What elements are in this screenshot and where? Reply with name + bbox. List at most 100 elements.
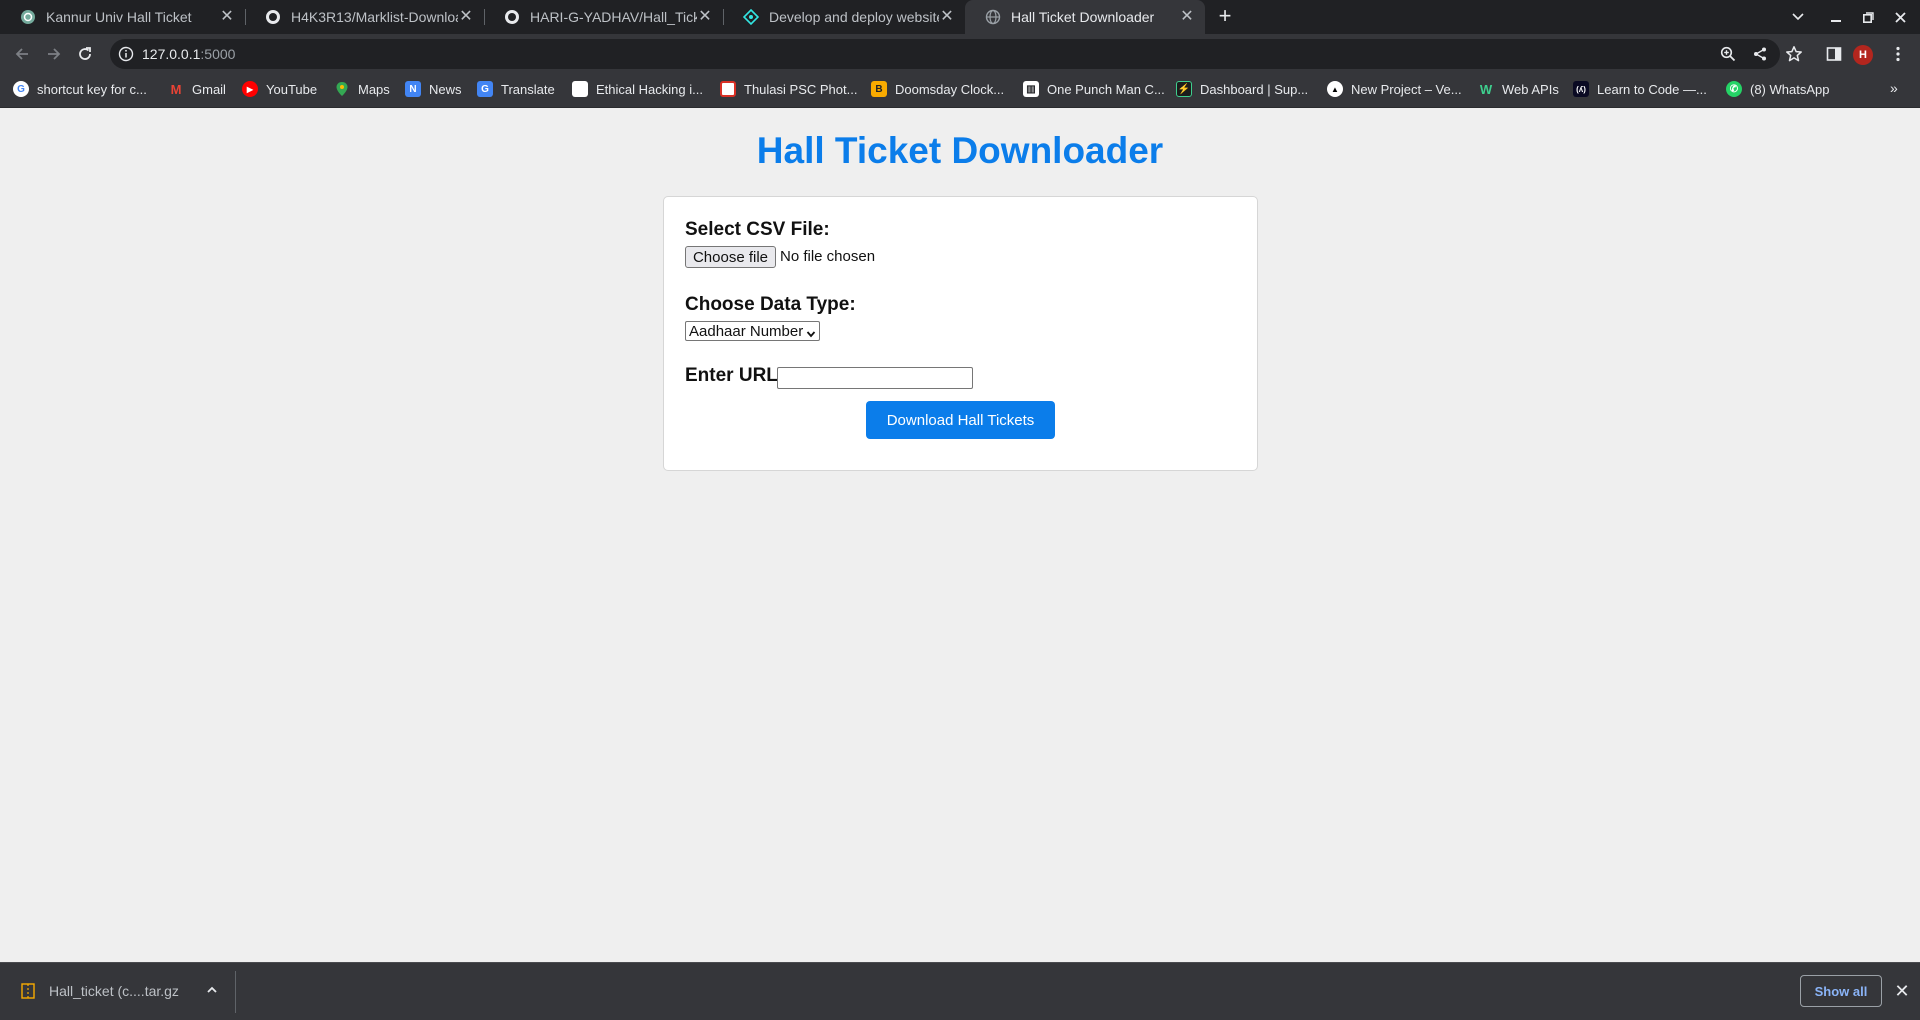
url-input[interactable] [777,367,973,389]
thulasi-icon [720,81,736,97]
news-icon: N [405,81,421,97]
whatsapp-icon: ✆ [1726,81,1742,97]
archive-file-icon [21,983,35,999]
bookmark-maps[interactable]: Maps [334,74,390,104]
openai-icon [20,9,36,25]
page-viewport: Hall Ticket Downloader Select CSV File: … [0,108,1920,962]
netlify-icon [743,9,759,25]
bookmark-star-icon[interactable] [1782,42,1806,66]
data-type-label: Choose Data Type: [685,294,856,315]
bookmark-doomsday[interactable]: B Doomsday Clock... [871,74,1004,104]
bookmark-whatsapp[interactable]: ✆ (8) WhatsApp [1726,74,1829,104]
more-menu-icon[interactable] [1886,42,1910,66]
tab-title: Hall Ticket Downloader [1011,9,1155,25]
bookmark-supabase[interactable]: ⚡ Dashboard | Sup... [1176,74,1308,104]
bookmark-freecodecamp[interactable]: (ʎ) Learn to Code —... [1573,74,1707,104]
youtube-icon: ▶ [242,81,258,97]
page-title: Hall Ticket Downloader [756,130,1164,171]
bookmark-label: (8) WhatsApp [1750,81,1830,97]
restore-icon[interactable] [1852,0,1884,34]
tab-netlify[interactable]: Develop and deploy websites ✕ [723,0,965,34]
close-icon[interactable]: ✕ [697,9,713,25]
csv-file-label: Select CSV File: [685,219,830,240]
share-icon[interactable] [1750,44,1770,64]
file-status-text: No file chosen [780,248,876,265]
data-type-select[interactable]: Aadhaar Number [685,321,820,341]
choose-file-button[interactable]: Choose file [685,246,776,268]
supabase-icon: ⚡ [1176,81,1192,97]
bookmark-label: Maps [358,81,390,97]
bookmark-label: Translate [501,81,555,97]
bookmark-shortcut[interactable]: G shortcut key for c... [13,74,147,104]
tab-marklist[interactable]: H4K3R13/Marklist-Downloader ✕ [245,0,484,34]
site-info-icon[interactable] [118,46,134,62]
tab-search-icon[interactable] [1782,0,1814,34]
close-icon[interactable]: ✕ [939,9,955,25]
bookmark-label: Doomsday Clock... [895,81,1005,97]
freecodecamp-icon: (ʎ) [1573,81,1589,97]
github-icon [504,9,520,25]
bookmark-vercel[interactable]: ▲ New Project – Ve... [1327,74,1462,104]
bookmarks-bar: G shortcut key for c... M Gmail ▶ YouTub… [0,74,1920,108]
reload-icon[interactable] [71,40,99,68]
bookmark-label: Web APIs [1502,81,1559,97]
mdn-icon: W [1479,81,1493,97]
download-item-name[interactable]: Hall_ticket (c....tar.gz [49,983,179,999]
bookmark-youtube[interactable]: ▶ YouTube [242,74,317,104]
close-window-icon[interactable] [1884,0,1916,34]
maps-icon [334,81,350,97]
bookmark-label: New Project – Ve... [1351,81,1462,97]
vercel-icon: ▲ [1327,81,1343,97]
bookmarks-overflow-icon[interactable]: » [1890,80,1898,96]
doomsday-icon: B [871,81,887,97]
forward-arrow-icon[interactable] [40,40,68,68]
show-all-button[interactable]: Show all [1800,975,1882,1007]
address-bar[interactable]: 127.0.0.1:5000 [110,39,1780,69]
page-icon [572,81,588,97]
bookmark-ethical-hacking[interactable]: Ethical Hacking i... [572,74,703,104]
close-icon[interactable]: ✕ [1893,982,1911,1000]
gmail-icon: M [170,81,182,97]
globe-icon [985,9,1001,25]
download-hall-tickets-button[interactable]: Download Hall Tickets [866,401,1055,439]
bookmark-label: Dashboard | Sup... [1200,81,1309,97]
tab-title: Kannur Univ Hall Ticket [46,9,192,25]
bookmark-label: shortcut key for c... [37,81,147,97]
github-icon [265,9,281,25]
bookmark-label: Learn to Code —... [1597,81,1707,97]
close-icon[interactable]: ✕ [1179,9,1195,25]
tab-kannur[interactable]: Kannur Univ Hall Ticket ✕ [0,0,245,34]
bookmark-news[interactable]: N News [405,74,462,104]
bookmark-label: Ethical Hacking i... [596,81,703,97]
chevron-up-icon[interactable] [204,982,220,998]
tab-title: Develop and deploy websites [769,9,939,25]
download-shelf: Hall_ticket (c....tar.gz Show all ✕ [0,962,1920,1020]
data-type-selected-value: Aadhaar Number [689,322,804,340]
bookmark-label: News [429,81,462,97]
tab-title: H4K3R13/Marklist-Downloader [291,9,458,25]
upload-form: Select CSV File: Choose file No file cho… [663,196,1258,471]
bookmark-gmail[interactable]: M Gmail [168,74,226,104]
url-text: 127.0.0.1:5000 [142,46,236,62]
bookmark-label: One Punch Man C... [1047,81,1165,97]
bookmark-one-punch-man[interactable]: ▥ One Punch Man C... [1023,74,1165,104]
close-icon[interactable]: ✕ [458,9,474,25]
zoom-icon[interactable] [1718,44,1738,64]
bookmark-web-apis[interactable]: W Web APIs [1478,74,1559,104]
tab-hall-ticket-repo[interactable]: HARI-G-YADHAV/Hall_Ticket ✕ [484,0,723,34]
chevron-down-icon [806,326,816,343]
bookmark-thulasi[interactable]: Thulasi PSC Phot... [720,74,857,104]
url-label: Enter URL [685,365,778,386]
browser-toolbar: 127.0.0.1:5000 H [0,34,1920,74]
close-icon[interactable]: ✕ [219,9,235,25]
bookmark-label: Thulasi PSC Phot... [744,81,858,97]
minimize-icon[interactable] [1820,0,1852,34]
new-tab-button[interactable]: + [1212,5,1238,29]
tab-title: HARI-G-YADHAV/Hall_Ticket [530,9,697,25]
profile-avatar[interactable]: H [1853,45,1873,65]
tab-hall-ticket-downloader[interactable]: Hall Ticket Downloader ✕ [965,0,1205,34]
google-icon: G [13,81,29,97]
back-arrow-icon[interactable] [8,40,36,68]
bookmark-translate[interactable]: G Translate [477,74,555,104]
side-panel-icon[interactable] [1822,42,1846,66]
